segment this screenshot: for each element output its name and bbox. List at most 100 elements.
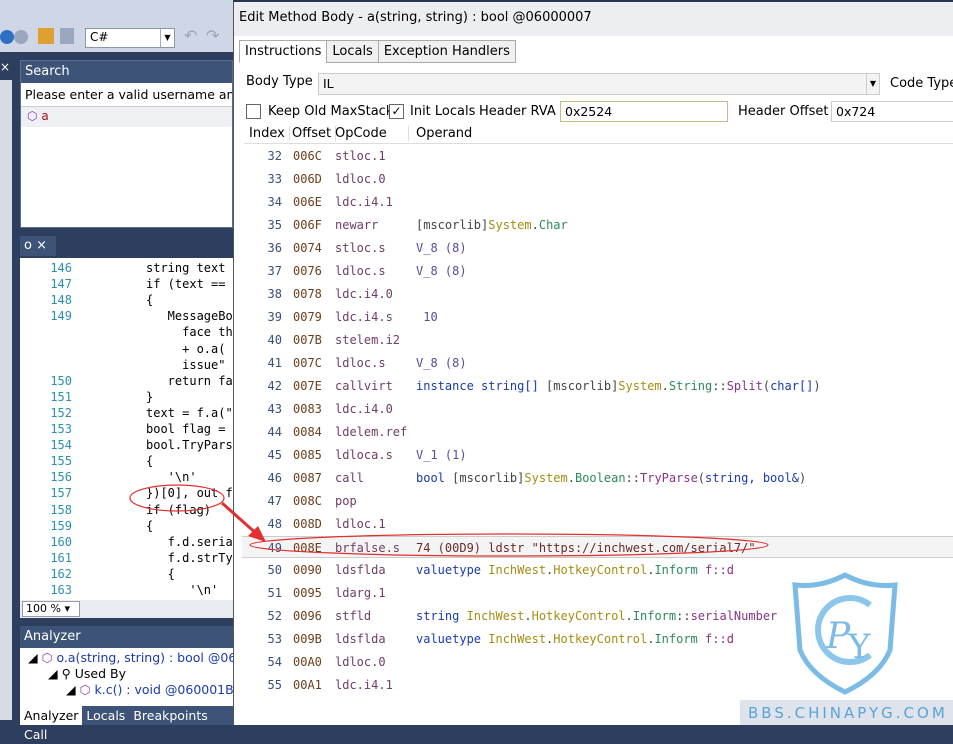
instruction-row[interactable]: 40 007B stelem.i2	[242, 329, 953, 351]
instruction-row[interactable]: 48 008D ldloc.1	[242, 513, 953, 535]
chinapyg-logo: P Y	[792, 572, 898, 695]
instruction-operand: V_1 (1)	[416, 448, 467, 462]
operand-token: System	[488, 218, 532, 232]
instruction-opcode: ldc.i4.1	[335, 195, 393, 209]
instruction-offset: 00A0	[293, 655, 322, 669]
analyzer-item[interactable]: ◢ ⬡ o.a(string, string) : bool @06	[28, 650, 236, 665]
assembly-explorer-scrollbar[interactable]	[0, 80, 12, 720]
instruction-row[interactable]: 41 007C ldloc.s V_8 (8)	[242, 352, 953, 374]
operand-token: InchWest	[466, 609, 525, 623]
instruction-offset: 0087	[293, 471, 322, 485]
close-icon[interactable]: ×	[0, 60, 10, 74]
instruction-operand: V_8 (8)	[416, 264, 467, 278]
code-editor[interactable]: 146 string text = 147 if (text == ' 148{149 …	[20, 258, 233, 600]
operand-token: HotkeyControl	[553, 563, 648, 577]
body-type-select[interactable]: IL ▼	[318, 73, 880, 95]
instruction-opcode: stfld	[335, 609, 372, 623]
code-text: '\n'	[146, 583, 219, 597]
instruction-offset: 0076	[293, 264, 322, 278]
instruction-row[interactable]: 39 0079 ldc.i4.s 10	[242, 306, 953, 328]
column-index[interactable]: Index	[249, 126, 290, 141]
instruction-index: 40	[267, 333, 282, 347]
close-icon[interactable]: ×	[36, 238, 47, 253]
column-opcode[interactable]: OpCode	[335, 126, 409, 141]
operand-token: HotkeyControl	[531, 609, 626, 623]
code-text: '\n'	[146, 470, 197, 485]
forward-icon[interactable]	[0, 30, 14, 44]
tab-exception-handlers[interactable]: Exception Handlers	[377, 40, 516, 63]
header-rva-input[interactable]: 0x2524	[560, 101, 728, 122]
instruction-row[interactable]: 49 008E brfalse.s 74 (00D9) ldstr "https://…	[242, 536, 953, 558]
operand-token: serialNumber	[690, 609, 778, 623]
line-number: 160	[50, 534, 72, 549]
zoom-bar: 100 % ▾	[20, 600, 233, 618]
instruction-offset: 007E	[293, 379, 322, 393]
analyzer-item-label: k.c() : void @060001B4	[94, 682, 242, 697]
instruction-row[interactable]: 46 0087 call bool [mscorlib]System.Boolean:…	[242, 467, 953, 489]
operand-token: ::	[676, 609, 691, 623]
back-icon[interactable]	[14, 30, 28, 44]
header-offset-input[interactable]: 0x724	[831, 101, 953, 122]
operand-token: ::	[625, 471, 640, 485]
tab-analyzer[interactable]: Analyzer	[20, 706, 83, 725]
instruction-row[interactable]: 37 0076 ldloc.s V_8 (8)	[242, 260, 953, 282]
keep-old-maxstack-checkbox[interactable]	[246, 104, 261, 119]
language-select[interactable]: C# ▼	[85, 28, 175, 48]
instruction-row[interactable]: 36 0074 stloc.s V_8 (8)	[242, 237, 953, 259]
tab-instructions[interactable]: Instructions	[239, 40, 328, 63]
body-type-value: IL	[323, 76, 334, 91]
instruction-offset: 007B	[293, 333, 322, 347]
instruction-row[interactable]: 33 006D ldloc.0	[242, 168, 953, 190]
line-number: 159	[50, 518, 72, 533]
undo-icon[interactable]: ↶	[184, 26, 197, 45]
column-offset[interactable]: Offset	[292, 126, 337, 141]
instruction-offset: 006C	[293, 149, 322, 163]
instruction-opcode: ldsflda	[335, 563, 386, 577]
search-result-item[interactable]: ⬡ a	[21, 107, 232, 127]
instruction-row[interactable]: 47 008C pop	[242, 490, 953, 512]
tab-locals[interactable]: Locals	[326, 40, 379, 63]
search-input[interactable]: Please enter a valid username and s	[21, 83, 232, 107]
instruction-index: 55	[267, 678, 282, 692]
header-rva-label: Header RVA	[479, 104, 556, 119]
instruction-offset: 007C	[293, 356, 322, 370]
tab-breakpoints[interactable]: Breakpoints	[129, 706, 211, 725]
instruction-opcode: ldloc.s	[335, 264, 386, 278]
instruction-row[interactable]: 34 006E ldc.i4.1	[242, 191, 953, 213]
column-operand[interactable]: Operand	[416, 126, 476, 141]
instruction-row[interactable]: 43 0083 ldc.i4.0	[242, 398, 953, 420]
instruction-index: 42	[267, 379, 282, 393]
search-result-label: a	[41, 109, 49, 123]
instruction-row[interactable]: 42 007E callvirt instance string[] [mscorli…	[242, 375, 953, 397]
zoom-select[interactable]: 100 % ▾	[22, 601, 80, 617]
editor-tab[interactable]: o ×	[20, 236, 56, 256]
open-folder-icon[interactable]	[38, 28, 54, 44]
save-icon[interactable]	[60, 28, 74, 44]
tab-locals[interactable]: Locals	[82, 706, 129, 725]
instruction-row[interactable]: 45 0085 ldloca.s V_1 (1)	[242, 444, 953, 466]
operand-token: char[]	[770, 379, 814, 393]
chevron-down-icon[interactable]: ▼	[160, 29, 174, 47]
instruction-row[interactable]: 32 006C stloc.1	[242, 145, 953, 167]
instruction-offset: 0079	[293, 310, 322, 324]
operand-token: .	[661, 379, 669, 393]
code-text: + o.a(	[146, 341, 226, 356]
tab-call-stack[interactable]: Call	[20, 725, 51, 744]
instruction-row[interactable]: 35 006F newarr [mscorlib]System.Char	[242, 214, 953, 236]
analyzer-item[interactable]: ◢ ⚲ Used By	[48, 666, 126, 681]
operand-token: [mscorlib]	[416, 218, 489, 232]
instruction-offset: 008E	[293, 541, 322, 555]
init-locals-checkbox[interactable]: ✓	[389, 104, 404, 119]
analyzer-item[interactable]: ◢ ⬡ k.c() : void @060001B4	[66, 682, 242, 697]
instruction-index: 41	[267, 356, 282, 370]
chevron-down-icon[interactable]: ▼	[866, 74, 879, 94]
operand-token: InchWest	[488, 632, 547, 646]
operand-token: )	[813, 379, 821, 393]
code-text: f.d.seria	[146, 534, 233, 549]
instruction-row[interactable]: 44 0084 ldelem.ref	[242, 421, 953, 443]
code-text: issue"	[146, 357, 226, 372]
instruction-row[interactable]: 38 0078 ldc.i4.0	[242, 283, 953, 305]
operand-token: string, bool&	[705, 471, 799, 485]
redo-icon[interactable]: ↷	[206, 26, 219, 45]
line-number: 161	[50, 550, 72, 565]
